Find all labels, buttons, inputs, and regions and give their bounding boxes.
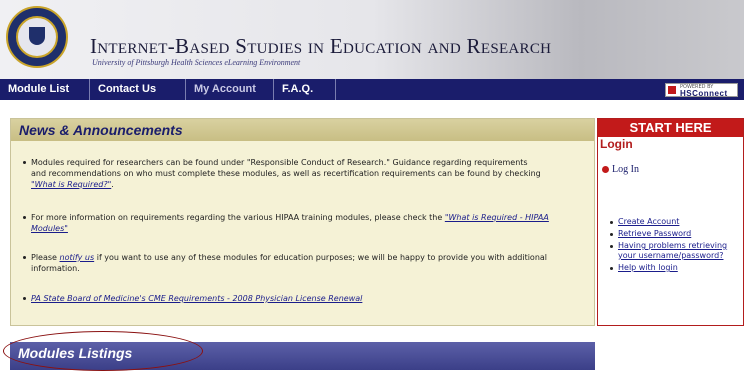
news-item-text: Modules required for researchers can be …: [31, 158, 541, 178]
retrieve-password-link[interactable]: Retrieve Password: [610, 229, 744, 239]
news-header: News & Announcements: [11, 119, 594, 141]
nav-module-list[interactable]: Module List: [0, 79, 90, 100]
start-here-title: START HERE: [629, 120, 712, 135]
seal-shield-icon: [29, 27, 45, 45]
help-with-login-label: Help with login: [618, 263, 678, 272]
news-item-text: Please: [31, 253, 60, 262]
login-heading: Login: [600, 137, 633, 151]
nav-contact-us[interactable]: Contact Us: [90, 79, 186, 100]
news-panel: News & Announcements Modules required fo…: [10, 118, 595, 326]
bullet-icon: [23, 297, 26, 300]
hsconnect-badge[interactable]: POWERED BY HSConnect: [665, 83, 738, 98]
cme-requirements-link[interactable]: PA State Board of Medicine's CME Require…: [31, 294, 362, 303]
news-item: Please notify us if you want to use any …: [23, 252, 571, 274]
create-account-link[interactable]: Create Account: [610, 217, 744, 227]
what-is-required-link[interactable]: "What is Required?": [31, 180, 111, 189]
bullet-icon: [610, 233, 613, 236]
retrieve-password-label: Retrieve Password: [618, 229, 692, 238]
account-links: Create Account Retrieve Password Having …: [610, 217, 744, 275]
news-item: Modules required for researchers can be …: [23, 157, 541, 190]
login-icon: [602, 166, 609, 174]
nav-my-account[interactable]: My Account: [186, 79, 274, 100]
notify-us-link[interactable]: notify us: [60, 253, 95, 262]
bullet-icon: [610, 245, 613, 248]
news-item-after: .: [111, 180, 114, 189]
news-item-after: if you want to use any of these modules …: [31, 253, 548, 273]
bullet-icon: [610, 267, 613, 270]
hsconnect-logo-icon: [668, 86, 676, 94]
site-title: Internet-Based Studies in Education and …: [90, 34, 552, 58]
create-account-label: Create Account: [618, 217, 680, 226]
bullet-icon: [23, 216, 26, 219]
news-item: For more information on requirements reg…: [23, 212, 571, 234]
highlight-ellipse: [3, 331, 203, 371]
nav-faq[interactable]: F.A.Q.: [274, 79, 336, 100]
login-button-label: Log In: [612, 164, 639, 175]
university-seal-logo[interactable]: [6, 6, 68, 68]
news-title: News & Announcements: [19, 122, 183, 138]
bullet-icon: [610, 221, 613, 224]
bullet-icon: [23, 256, 26, 259]
news-item: PA State Board of Medicine's CME Require…: [23, 293, 571, 304]
having-problems-label: Having problems retrieving your username…: [618, 241, 728, 260]
news-item-text: For more information on requirements reg…: [31, 213, 445, 222]
having-problems-link[interactable]: Having problems retrieving your username…: [610, 241, 744, 261]
help-with-login-link[interactable]: Help with login: [610, 263, 744, 273]
seal-inner: [16, 16, 58, 58]
start-here-header: START HERE: [598, 119, 743, 137]
login-button[interactable]: Log In: [602, 164, 639, 175]
hsconnect-brand-label: HSConnect: [680, 89, 728, 98]
site-header: Internet-Based Studies in Education and …: [0, 0, 744, 79]
start-here-panel: START HERE Login Log In Create Account R…: [597, 118, 744, 326]
bullet-icon: [23, 161, 26, 164]
main-nav: Module List Contact Us My Account F.A.Q.: [0, 79, 744, 100]
site-subtitle: University of Pittsburgh Health Sciences…: [92, 58, 301, 67]
